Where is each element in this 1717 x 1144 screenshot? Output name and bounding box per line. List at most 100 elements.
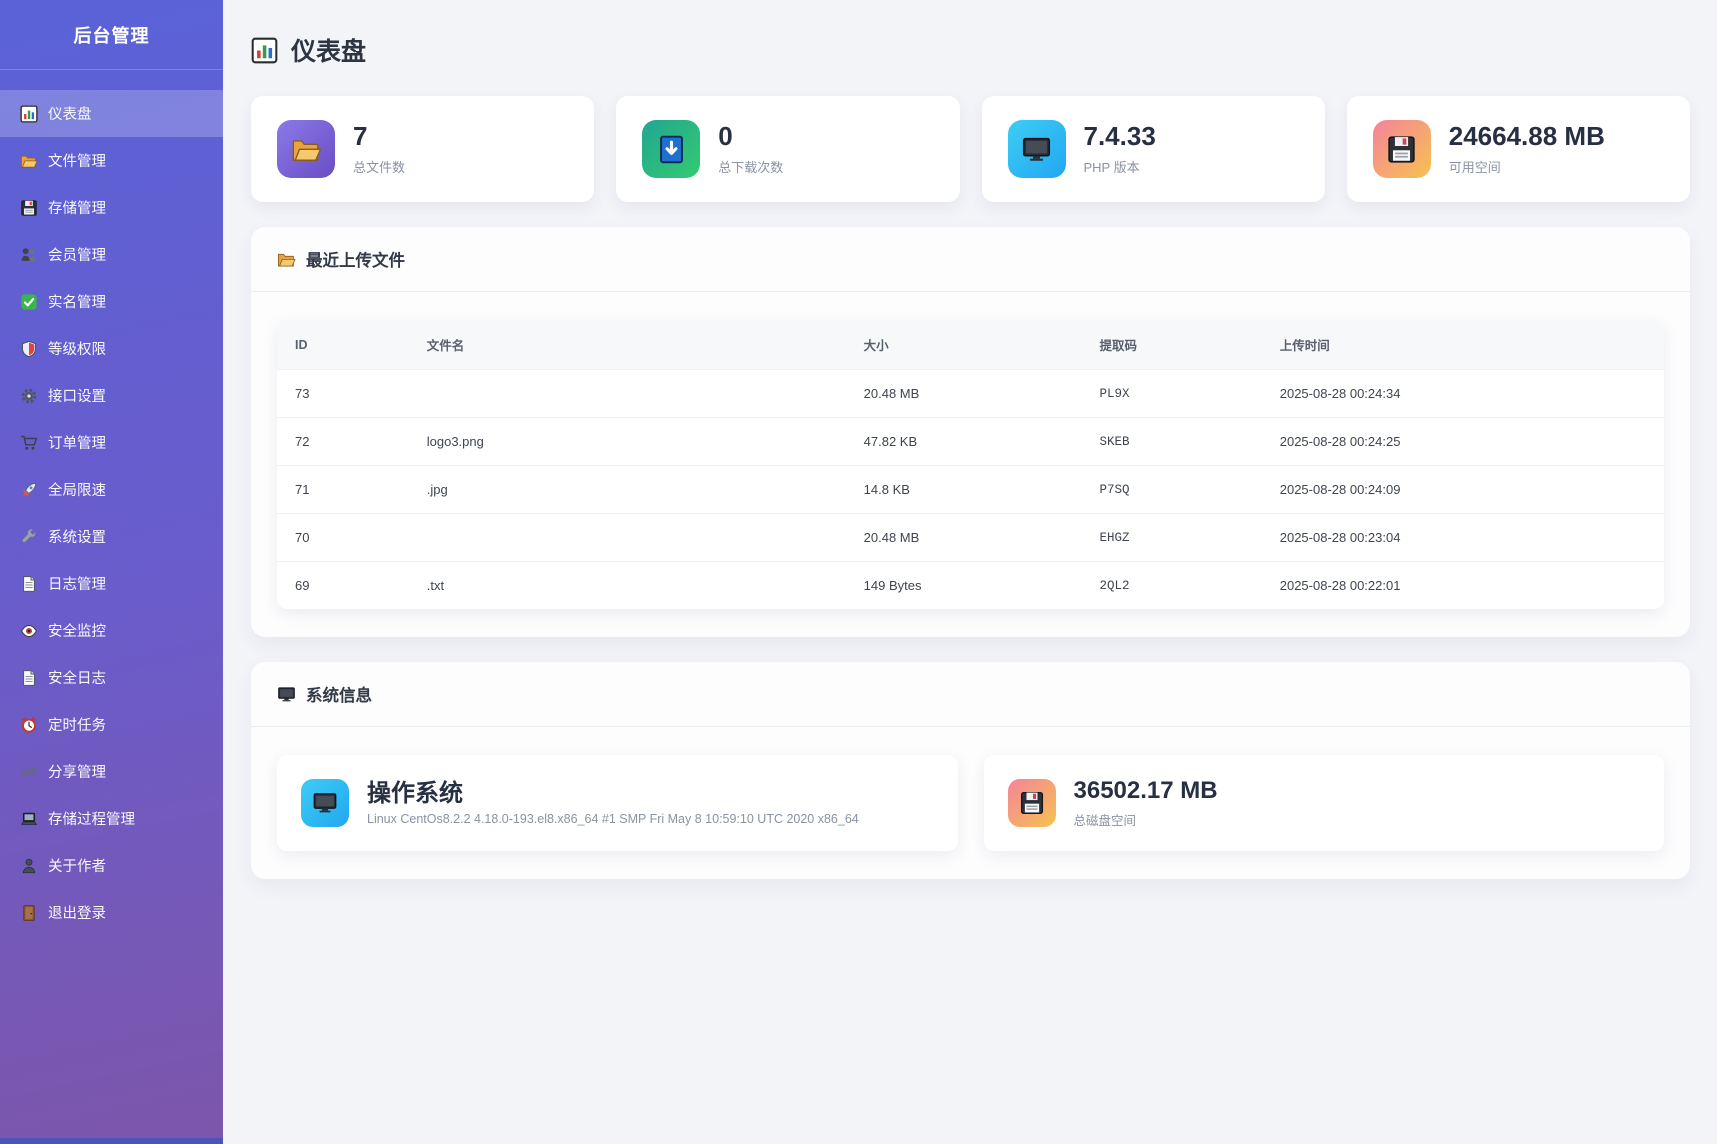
os-details: Linux CentOs8.2.2 4.18.0-193.el8.x86_64 … — [367, 812, 859, 826]
sidebar-item-logs[interactable]: 日志管理 — [0, 560, 223, 607]
users-icon — [20, 246, 38, 264]
sidebar-item-label: 日志管理 — [48, 573, 106, 594]
download-icon — [642, 120, 700, 178]
system-info-title: 系统信息 — [306, 682, 372, 706]
column-header-id: ID — [277, 320, 409, 370]
floppy-icon — [20, 199, 38, 217]
monitor-icon — [301, 779, 349, 827]
column-header-code: 提取码 — [1081, 320, 1261, 370]
stat-value: 7.4.33 — [1084, 122, 1156, 151]
cell-size: 149 Bytes — [846, 562, 1082, 610]
cell-name — [409, 370, 846, 418]
sidebar-item-label: 实名管理 — [48, 291, 106, 312]
folder-icon — [277, 120, 335, 178]
system-info-body: 操作系统 Linux CentOs8.2.2 4.18.0-193.el8.x8… — [251, 727, 1690, 879]
check-square-icon — [20, 293, 38, 311]
sidebar-item-realname[interactable]: 实名管理 — [0, 278, 223, 325]
recent-files-table-card: ID 文件名 大小 提取码 上传时间 73 20.48 MB PL9X — [277, 320, 1664, 609]
cart-icon — [20, 434, 38, 452]
page-title-text: 仪表盘 — [291, 32, 366, 68]
stat-value: 0 — [718, 122, 783, 151]
cell-id: 71 — [277, 466, 409, 514]
sidebar-item-orders[interactable]: 订单管理 — [0, 419, 223, 466]
stat-label: 总文件数 — [353, 157, 405, 176]
stat-label: 可用空间 — [1449, 157, 1605, 176]
shield-icon — [20, 340, 38, 358]
recent-files-panel: 最近上传文件 ID 文件名 大小 提取码 上传时间 — [251, 227, 1690, 637]
cell-time: 2025-08-28 00:22:01 — [1262, 562, 1664, 610]
bar-chart-icon — [251, 37, 278, 64]
cell-name: .jpg — [409, 466, 846, 514]
wrench-icon — [20, 528, 38, 546]
monitor-icon — [1008, 120, 1066, 178]
sidebar-item-logout[interactable]: 退出登录 — [0, 889, 223, 936]
sidebar-item-cron[interactable]: 定时任务 — [0, 701, 223, 748]
cell-time: 2025-08-28 00:24:34 — [1262, 370, 1664, 418]
os-title: 操作系统 — [367, 780, 859, 808]
bar-chart-icon — [20, 105, 38, 123]
os-info-card: 操作系统 Linux CentOs8.2.2 4.18.0-193.el8.x8… — [277, 755, 958, 851]
stat-label: 总下载次数 — [718, 157, 783, 176]
alarm-clock-icon — [20, 716, 38, 734]
cell-id: 73 — [277, 370, 409, 418]
stat-card-total-downloads: 0 总下载次数 — [616, 96, 959, 202]
gear-icon — [20, 387, 38, 405]
table-row: 72 logo3.png 47.82 KB SKEB 2025-08-28 00… — [277, 418, 1664, 466]
cell-size: 47.82 KB — [846, 418, 1082, 466]
recent-files-title: 最近上传文件 — [306, 247, 405, 271]
cell-id: 72 — [277, 418, 409, 466]
sidebar-item-security-monitor[interactable]: 安全监控 — [0, 607, 223, 654]
monitor-icon — [277, 685, 296, 704]
sidebar-item-label: 系统设置 — [48, 526, 106, 547]
sidebar-item-label: 退出登录 — [48, 902, 106, 923]
laptop-icon — [20, 810, 38, 828]
sidebar-item-shares[interactable]: 分享管理 — [0, 748, 223, 795]
folder-icon — [277, 250, 296, 269]
recent-files-table: ID 文件名 大小 提取码 上传时间 73 20.48 MB PL9X — [277, 320, 1664, 609]
sidebar-item-security-logs[interactable]: 安全日志 — [0, 654, 223, 701]
page-title: 仪表盘 — [251, 32, 1690, 68]
table-row: 69 .txt 149 Bytes 2QL2 2025-08-28 00:22:… — [277, 562, 1664, 610]
stat-card-total-files: 7 总文件数 — [251, 96, 594, 202]
cell-code: 2QL2 — [1081, 562, 1261, 610]
column-header-size: 大小 — [846, 320, 1082, 370]
cell-size: 20.48 MB — [846, 370, 1082, 418]
sidebar-item-label: 会员管理 — [48, 244, 106, 265]
sidebar-item-label: 定时任务 — [48, 714, 106, 735]
sidebar-item-storage[interactable]: 存储管理 — [0, 184, 223, 231]
sidebar: 后台管理 仪表盘 文件管理 存储管理 会员管理 实名管理 等级权限 接口设置 — [0, 0, 223, 1144]
sidebar-item-api[interactable]: 接口设置 — [0, 372, 223, 419]
sidebar-item-label: 关于作者 — [48, 855, 106, 876]
document-icon — [20, 575, 38, 593]
cell-code: SKEB — [1081, 418, 1261, 466]
sidebar-item-files[interactable]: 文件管理 — [0, 137, 223, 184]
sidebar-item-label: 订单管理 — [48, 432, 106, 453]
sidebar-item-label: 全局限速 — [48, 479, 106, 500]
stat-value: 7 — [353, 122, 405, 151]
table-header-row: ID 文件名 大小 提取码 上传时间 — [277, 320, 1664, 370]
folder-icon — [20, 152, 38, 170]
sidebar-item-members[interactable]: 会员管理 — [0, 231, 223, 278]
sidebar-item-label: 仪表盘 — [48, 103, 92, 124]
sidebar-item-settings[interactable]: 系统设置 — [0, 513, 223, 560]
sidebar-item-levels[interactable]: 等级权限 — [0, 325, 223, 372]
sidebar-item-label: 存储管理 — [48, 197, 106, 218]
sidebar-item-about[interactable]: 关于作者 — [0, 842, 223, 889]
cell-time: 2025-08-28 00:24:09 — [1262, 466, 1664, 514]
recent-files-body: ID 文件名 大小 提取码 上传时间 73 20.48 MB PL9X — [251, 292, 1690, 637]
disk-total-label: 总磁盘空间 — [1074, 810, 1218, 829]
sidebar-item-dashboard[interactable]: 仪表盘 — [0, 90, 223, 137]
sidebar-item-speedlimit[interactable]: 全局限速 — [0, 466, 223, 513]
sidebar-item-label: 安全日志 — [48, 667, 106, 688]
main-content: 仪表盘 7 总文件数 0 总下载次数 7.4.33 PHP 版本 — [223, 0, 1717, 1144]
recent-files-header: 最近上传文件 — [251, 227, 1690, 292]
cell-size: 20.48 MB — [846, 514, 1082, 562]
cell-code: EHGZ — [1081, 514, 1261, 562]
system-info-panel: 系统信息 操作系统 Linux CentOs8.2.2 4.18.0-193.e… — [251, 662, 1690, 879]
cell-name: logo3.png — [409, 418, 846, 466]
cell-time: 2025-08-28 00:24:25 — [1262, 418, 1664, 466]
sidebar-item-label: 接口设置 — [48, 385, 106, 406]
sidebar-item-stored-procedures[interactable]: 存储过程管理 — [0, 795, 223, 842]
eye-icon — [20, 622, 38, 640]
sidebar-item-label: 等级权限 — [48, 338, 106, 359]
